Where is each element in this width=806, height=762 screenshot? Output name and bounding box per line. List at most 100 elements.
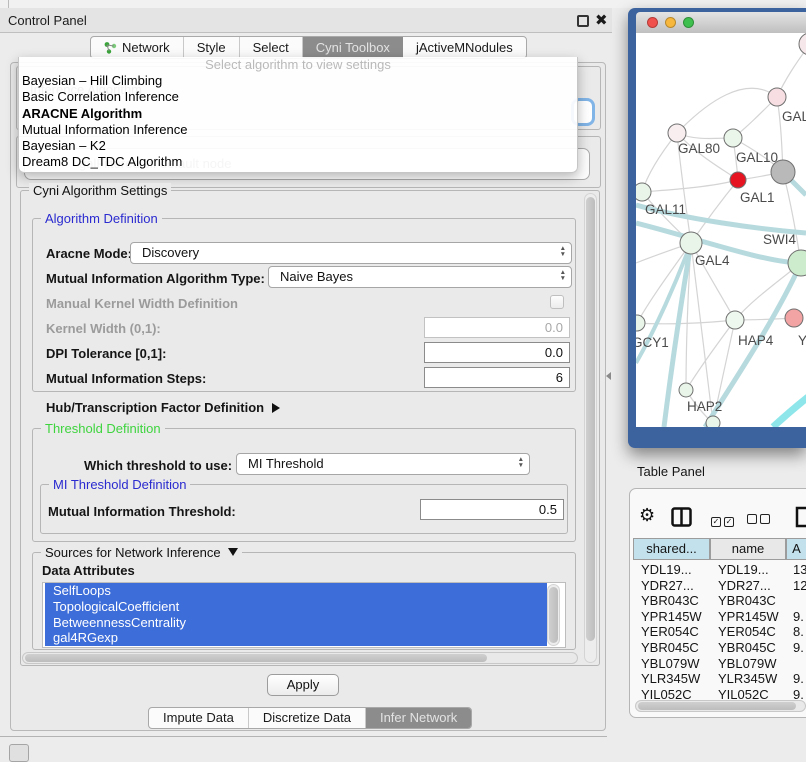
mi-steps-input[interactable]: 6 [424,367,570,388]
attributes-list-scrollbar[interactable] [547,584,560,646]
table-cell[interactable]: YLR345W [718,671,788,686]
gear-icon[interactable]: ⚙ [639,505,655,526]
network-edge[interactable] [637,320,735,324]
attribute-list-item[interactable]: SelfLoops [45,583,547,599]
network-edge[interactable] [642,133,677,192]
split-view-icon[interactable] [671,507,692,527]
network-node-gcy1[interactable] [636,315,645,331]
apply-button[interactable]: Apply [267,674,339,696]
tab-cyni-toolbox[interactable]: Cyni Toolbox [303,37,403,58]
table-cell[interactable]: 12 [793,578,806,593]
network-node[interactable] [706,416,720,427]
table-cell[interactable]: YBL079W [641,656,712,671]
kernel-width-input[interactable]: 0.0 [424,317,570,338]
network-edge[interactable] [677,88,777,133]
dpi-tolerance-input[interactable]: 0.0 [424,342,570,363]
network-node-gal1[interactable] [730,172,746,188]
network-node-gal10[interactable] [724,129,742,147]
attribute-list-item[interactable]: BetweennessCentrality [45,615,547,631]
table-cell[interactable]: 9. [793,671,806,686]
float-window-icon[interactable] [577,15,589,27]
network-node-hap2[interactable] [679,383,693,397]
network-edge[interactable] [773,397,806,427]
tab-jactivemnodules[interactable]: jActiveMNodules [403,37,526,58]
table-cell[interactable]: YDL19... [641,562,712,577]
mi-algorithm-type-select[interactable]: Naive Bayes ▲ ▼ [268,266,572,288]
tab-discretize-data[interactable]: Discretize Data [249,708,366,728]
network-canvas[interactable]: GALGAL80GAL10GAL1GAL11SWI4GAL4GCY1HAP4YH… [636,33,806,427]
table-cell[interactable]: YDR27... [641,578,712,593]
dropdown-item[interactable]: ARACNE Algorithm [19,106,577,122]
table-cell[interactable]: YDR27... [718,578,788,593]
dropdown-item[interactable]: Basic Correlation Inference [19,89,577,105]
table-cell[interactable]: 9. [793,640,806,655]
network-node[interactable] [771,160,795,184]
table-icon[interactable] [795,505,806,528]
zoom-traffic-light-icon[interactable] [683,17,694,28]
column-header-A[interactable]: A [786,538,806,560]
hub-definition-label: Hub/Transcription Factor Definition [46,400,264,415]
column-header-name[interactable]: name [710,538,786,560]
network-edge[interactable] [642,180,738,192]
dropdown-item[interactable]: Dream8 DC_TDC Algorithm [19,154,577,170]
minimize-traffic-light-icon[interactable] [665,17,676,28]
settings-vertical-scrollbar[interactable] [584,193,597,663]
top-strip [0,0,806,8]
table-cell[interactable]: YBR043C [641,593,712,608]
which-threshold-select[interactable]: MI Threshold ▲ ▼ [236,453,530,475]
table-cell[interactable]: YBL079W [718,656,788,671]
tab-network[interactable]: Network [91,37,184,58]
network-node-gal4[interactable] [680,232,702,254]
network-window-titlebar[interactable] [636,12,806,33]
aracne-mode-select[interactable]: Discovery ▲ ▼ [130,242,572,264]
panel-edge-tick [8,0,9,8]
network-graph: GALGAL80GAL10GAL1GAL11SWI4GAL4GCY1HAP4YH… [636,33,806,427]
node-label: GAL80 [678,141,720,156]
network-edge[interactable] [691,180,738,243]
mi-threshold-input[interactable]: 0.5 [420,499,564,520]
close-icon[interactable]: ✖ [595,11,608,29]
table-cell[interactable]: YER054C [718,624,788,639]
tab-impute-data[interactable]: Impute Data [149,708,249,728]
table-cell[interactable]: YLR345W [641,671,712,686]
deselect-all-icon[interactable] [747,512,773,527]
table-cell[interactable]: 13 [793,562,806,577]
network-edge[interactable] [691,243,713,423]
table-cell[interactable]: YER054C [641,624,712,639]
dropdown-item[interactable]: Mutual Information Inference [19,122,577,138]
panel-resize-handle[interactable] [606,372,611,380]
table-cell[interactable]: YDL19... [718,562,788,577]
table-cell[interactable]: YBR043C [718,593,788,608]
network-node-gal11[interactable] [636,183,651,201]
select-all-icon[interactable]: ✓✓ [711,512,737,527]
network-node-gal80[interactable] [668,124,686,142]
close-traffic-light-icon[interactable] [647,17,658,28]
tab-select[interactable]: Select [240,37,303,58]
attribute-list-item[interactable]: gal4RGexp [45,630,547,646]
table-cell[interactable]: 9. [793,609,806,624]
data-attributes-list[interactable]: SelfLoopsTopologicalCoefficientBetweenne… [42,582,566,648]
table-cell[interactable]: YPR145W [641,609,712,624]
collapsed-panel-button[interactable] [9,744,29,762]
attribute-list-item[interactable]: TopologicalCoefficient [45,599,547,615]
settings-horizontal-scrollbar[interactable] [22,652,578,664]
network-node[interactable] [799,33,806,55]
table-cell[interactable]: YPR145W [718,609,788,624]
table-cell[interactable]: 8. [793,624,806,639]
hub-definition-toggle[interactable]: Hub/Transcription Factor Definition [46,400,280,415]
network-node-gal[interactable] [768,88,786,106]
tab-style[interactable]: Style [184,37,240,58]
dropdown-item[interactable]: Bayesian – K2 [19,138,577,154]
network-node-hap4[interactable] [726,311,744,329]
tab-infer-network[interactable]: Infer Network [366,708,471,728]
table-horizontal-scrollbar[interactable] [635,700,806,712]
manual-kernel-width-checkbox[interactable] [550,295,564,309]
column-header-shared...[interactable]: shared... [633,538,710,560]
dropdown-item[interactable]: Bayesian – Hill Climbing [19,73,577,89]
table-cell[interactable]: YBR045C [641,640,712,655]
network-node-swi4[interactable] [788,250,806,276]
node-label: GAL11 [645,202,686,217]
sources-toggle[interactable]: Sources for Network Inference [41,545,242,560]
table-cell[interactable]: YBR045C [718,640,788,655]
network-node-y[interactable] [785,309,803,327]
